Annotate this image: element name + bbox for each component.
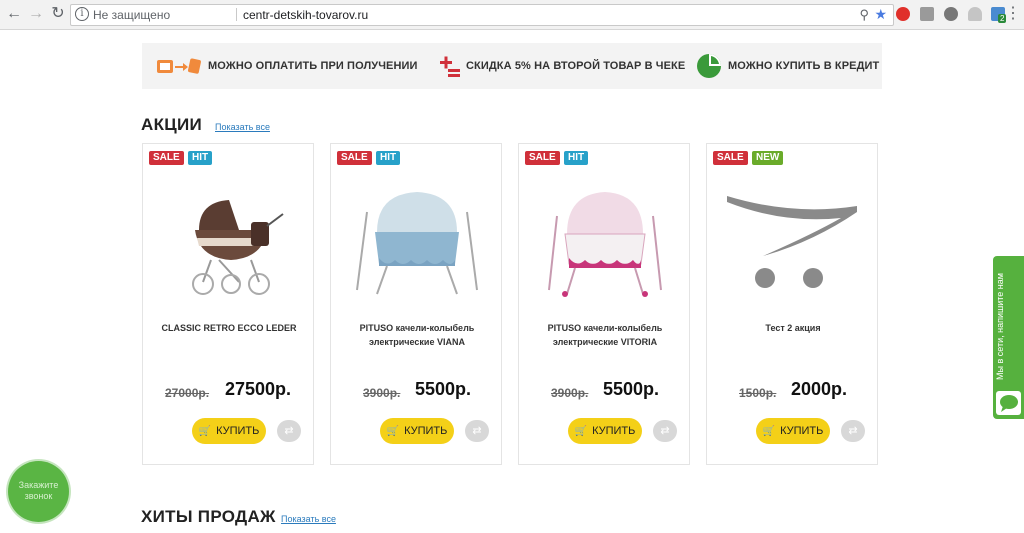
product-image-cradle-viana[interactable] — [347, 172, 487, 302]
show-all-promo-link[interactable]: Показать все — [215, 122, 270, 132]
feature-label: СКИДКА 5% НА ВТОРОЙ ТОВАР В ЧЕКЕ — [466, 60, 686, 72]
compare-button[interactable]: ⇄ — [277, 420, 301, 442]
product-card[interactable]: SALE HIT PITUSO качели-колыбель электрич… — [330, 143, 502, 465]
yandex-extension-icon[interactable] — [896, 7, 910, 21]
product-image-cradle-vitoria[interactable] — [535, 172, 675, 302]
hit-badge: HIT — [188, 151, 213, 165]
info-icon[interactable]: i — [75, 7, 89, 21]
callback-button[interactable]: Закажите звонок — [8, 461, 69, 522]
product-image-stroller[interactable] — [159, 172, 299, 302]
product-name[interactable]: PITUSO качели-колыбель электрические VIT… — [527, 321, 683, 349]
cart-icon: 🛒 — [198, 425, 212, 437]
current-price: 5500р. — [415, 379, 472, 399]
chat-widget-tab[interactable]: Мы в сети, напишите нам — [993, 256, 1024, 419]
compare-icon: ⇄ — [472, 425, 482, 437]
compare-button[interactable]: ⇄ — [465, 420, 489, 442]
url-text[interactable]: centr-detskih-tovarov.ru — [243, 8, 368, 22]
cash-on-delivery-icon — [157, 58, 201, 74]
discount-icon — [440, 56, 460, 77]
compare-button[interactable]: ⇄ — [841, 420, 865, 442]
sale-badge: SALE — [337, 151, 372, 165]
forward-arrow-icon[interactable]: → — [27, 5, 45, 23]
feature-discount: СКИДКА 5% НА ВТОРОЙ ТОВАР В ЧЕКЕ — [438, 43, 685, 89]
sale-badge: SALE — [525, 151, 560, 165]
product-name[interactable]: PITUSO качели-колыбель электрические VIA… — [339, 321, 495, 349]
zoom-magnifier-icon[interactable]: ⚲ — [859, 7, 869, 23]
cart-icon: 🛒 — [386, 425, 400, 437]
translate-extension-icon[interactable]: 2 — [991, 7, 1007, 23]
credit-pie-icon — [697, 54, 721, 78]
buy-button-label: КУПИТЬ — [216, 425, 260, 437]
address-bar[interactable]: i Не защищено centr-detskih-tovarov.ru ⚲… — [70, 4, 894, 26]
show-all-hits-link[interactable]: Показать все — [281, 514, 336, 524]
compare-icon: ⇄ — [284, 425, 294, 437]
product-card[interactable]: SALE HIT PITUSO качели-колыбель электрич… — [518, 143, 690, 465]
product-card[interactable]: SALE HIT CLASSIC RETRO ECCO LEDER 27000р… — [142, 143, 314, 465]
section-title-promo: АКЦИИ — [141, 115, 203, 134]
compare-icon: ⇄ — [848, 425, 858, 437]
buy-button-label: КУПИТЬ — [592, 425, 636, 437]
compare-icon: ⇄ — [660, 425, 670, 437]
new-badge: NEW — [752, 151, 784, 165]
puzzle-extension-icon[interactable] — [968, 7, 982, 21]
product-name[interactable]: Тест 2 акция — [715, 321, 871, 335]
pocket-extension-icon[interactable] — [920, 7, 934, 21]
feature-credit: МОЖНО КУПИТЬ В КРЕДИТ — [696, 43, 879, 89]
cart-icon: 🛒 — [574, 425, 588, 437]
security-label: Не защищено — [93, 8, 171, 22]
buy-button[interactable]: 🛒 КУПИТЬ — [380, 418, 454, 444]
address-separator — [236, 8, 237, 21]
sale-badge: SALE — [149, 151, 184, 165]
old-price: 3900р. — [551, 386, 589, 400]
hit-badge: HIT — [376, 151, 401, 165]
old-price: 1500р. — [739, 386, 777, 400]
reload-icon[interactable]: ↻ — [49, 5, 67, 23]
old-price: 27000р. — [165, 386, 210, 400]
current-price: 27500р. — [225, 379, 292, 399]
browser-menu-icon[interactable]: ⋮ — [1005, 4, 1021, 24]
sale-badge: SALE — [713, 151, 748, 165]
buy-button[interactable]: 🛒 КУПИТЬ — [756, 418, 830, 444]
product-name[interactable]: CLASSIC RETRO ECCO LEDER — [151, 321, 307, 335]
buy-button[interactable]: 🛒 КУПИТЬ — [192, 418, 266, 444]
product-card[interactable]: SALE NEW Тест 2 акция 1500р. 2000р. 🛒 КУ… — [706, 143, 878, 465]
hit-badge: HIT — [564, 151, 589, 165]
gear-extension-icon[interactable] — [944, 7, 958, 21]
chat-bubble-icon — [996, 391, 1021, 415]
back-arrow-icon[interactable]: ← — [5, 5, 23, 23]
buy-button-label: КУПИТЬ — [780, 425, 824, 437]
browser-toolbar: ← → ↻ i Не защищено centr-detskih-tovaro… — [0, 0, 1024, 30]
feature-label: МОЖНО КУПИТЬ В КРЕДИТ — [728, 60, 880, 72]
feature-cash-on-delivery: МОЖНО ОПЛАТИТЬ ПРИ ПОЛУЧЕНИИ — [156, 43, 418, 89]
current-price: 2000р. — [791, 379, 848, 399]
chat-widget-label: Мы в сети, напишите нам — [995, 273, 1005, 381]
old-price: 3900р. — [363, 386, 401, 400]
bookmark-star-icon[interactable]: ★ — [874, 6, 887, 23]
feature-label: МОЖНО ОПЛАТИТЬ ПРИ ПОЛУЧЕНИИ — [208, 60, 418, 72]
features-strip: МОЖНО ОПЛАТИТЬ ПРИ ПОЛУЧЕНИИ СКИДКА 5% Н… — [142, 43, 882, 89]
buy-button-label: КУПИТЬ — [404, 425, 448, 437]
current-price: 5500р. — [603, 379, 660, 399]
section-title-hits: ХИТЫ ПРОДАЖ — [141, 507, 276, 526]
buy-button[interactable]: 🛒 КУПИТЬ — [568, 418, 642, 444]
callback-label: Закажите звонок — [18, 480, 59, 501]
placeholder-cart-image[interactable] — [723, 172, 863, 302]
cart-icon: 🛒 — [762, 425, 776, 437]
compare-button[interactable]: ⇄ — [653, 420, 677, 442]
